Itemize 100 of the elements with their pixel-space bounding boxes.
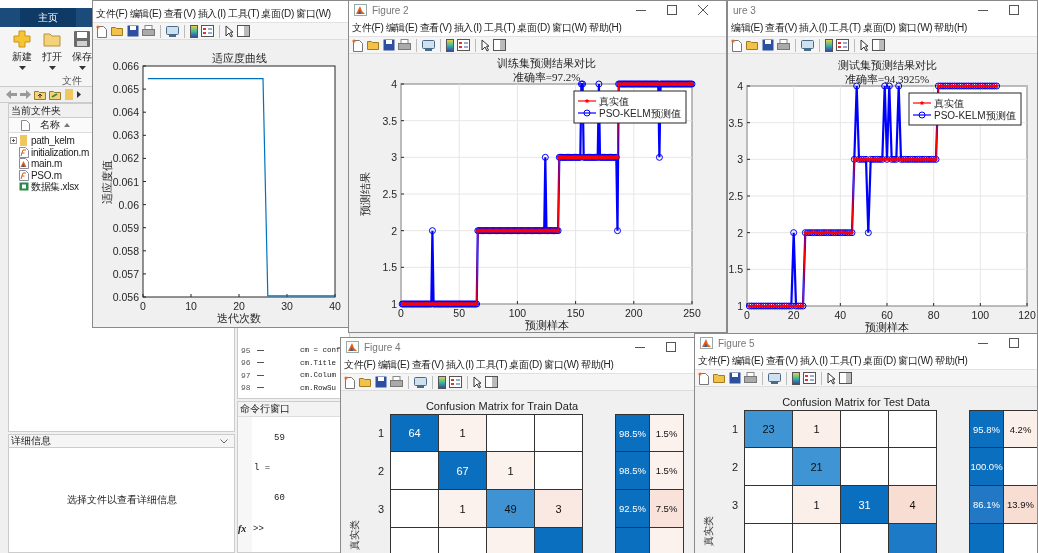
- menu-item[interactable]: 编辑(E): [731, 353, 764, 368]
- save-icon[interactable]: [375, 376, 387, 388]
- menu-item[interactable]: 窗口(W): [552, 20, 587, 35]
- new-file-icon[interactable]: [731, 38, 743, 52]
- minimize-icon[interactable]: [978, 342, 988, 344]
- legend-icon[interactable]: [449, 376, 462, 388]
- menu-item[interactable]: 桌面(D): [863, 353, 897, 368]
- menu-item[interactable]: 帮助(H): [580, 357, 614, 372]
- minimize-icon[interactable]: [636, 9, 646, 11]
- menu-item[interactable]: 文件(F): [352, 20, 384, 35]
- expand-icon[interactable]: [10, 137, 17, 145]
- menu-item[interactable]: 桌面(D): [862, 20, 896, 35]
- menu-item[interactable]: 编辑(E): [129, 6, 162, 21]
- legend-icon[interactable]: [457, 39, 470, 51]
- panel-icon[interactable]: [493, 39, 506, 51]
- menu-item[interactable]: 窗口(W): [898, 353, 933, 368]
- command-prompt[interactable]: >>: [253, 523, 264, 534]
- pointer-icon[interactable]: [481, 38, 490, 52]
- menu-item[interactable]: 插入(I): [799, 20, 828, 35]
- colorbar-icon[interactable]: [446, 38, 454, 52]
- save-icon[interactable]: [762, 39, 774, 51]
- file-name[interactable]: 数据集.xlsx: [31, 181, 79, 193]
- menu-item[interactable]: 窗口(W): [296, 6, 331, 21]
- folder-icon[interactable]: [713, 372, 726, 384]
- chevron-icon[interactable]: [220, 438, 228, 444]
- menu-item[interactable]: 工具(T): [483, 20, 516, 35]
- legend-icon[interactable]: [201, 25, 214, 37]
- menu-item[interactable]: 桌面(D): [261, 6, 295, 21]
- printer-icon[interactable]: [777, 39, 790, 51]
- legend-icon[interactable]: [836, 39, 849, 51]
- menu-item[interactable]: 查看(V): [765, 20, 798, 35]
- new-file-icon[interactable]: [96, 24, 108, 38]
- function-browser-button[interactable]: fx: [238, 523, 250, 534]
- folder-up-icon[interactable]: [34, 89, 46, 100]
- new-file-icon[interactable]: [698, 371, 710, 385]
- panel-icon[interactable]: [839, 372, 852, 384]
- colorbar-icon[interactable]: [438, 375, 446, 389]
- menu-item[interactable]: 插入(I): [445, 357, 474, 372]
- menu-item[interactable]: 工具(T): [475, 357, 508, 372]
- menu-item[interactable]: 帮助(H): [588, 20, 622, 35]
- caret-icon[interactable]: [77, 91, 81, 98]
- menu-item[interactable]: 编辑(E): [385, 20, 418, 35]
- menu-item[interactable]: 工具(T): [829, 353, 862, 368]
- save-icon[interactable]: [383, 39, 395, 51]
- colorbar-icon[interactable]: [825, 38, 833, 52]
- file-name[interactable]: main.m: [31, 158, 62, 170]
- minimize-icon[interactable]: [635, 346, 645, 348]
- colorbar-icon[interactable]: [190, 24, 198, 38]
- menu-item[interactable]: 窗口(W): [897, 20, 933, 35]
- legend-icon[interactable]: [803, 372, 816, 384]
- folder-icon[interactable]: [746, 39, 759, 51]
- breakpoint-dash-icon[interactable]: [257, 362, 264, 364]
- printer-icon[interactable]: [744, 372, 757, 384]
- pointer-icon[interactable]: [860, 38, 869, 52]
- new-file-icon[interactable]: [352, 38, 364, 52]
- breakpoint-dash-icon[interactable]: [257, 349, 264, 351]
- monitor-icon[interactable]: [801, 39, 814, 51]
- menu-item[interactable]: 查看(V): [765, 353, 798, 368]
- menu-item[interactable]: 编辑(E): [731, 20, 764, 35]
- pointer-icon[interactable]: [473, 375, 482, 389]
- menu-item[interactable]: 插入(I): [799, 353, 828, 368]
- browse-folder-icon[interactable]: [49, 89, 61, 100]
- menu-item[interactable]: 桌面(D): [517, 20, 551, 35]
- printer-icon[interactable]: [398, 39, 411, 51]
- menu-item[interactable]: 编辑(E): [377, 357, 410, 372]
- menu-item[interactable]: 工具(T): [829, 20, 861, 35]
- file-name[interactable]: path_kelm: [31, 135, 75, 147]
- folder-icon[interactable]: [111, 25, 124, 37]
- menu-item[interactable]: 工具(T): [227, 6, 260, 21]
- colorbar-icon[interactable]: [792, 371, 800, 385]
- breakpoint-dash-icon[interactable]: [257, 387, 264, 389]
- file-name[interactable]: PSO.m: [31, 169, 62, 181]
- pointer-icon[interactable]: [827, 371, 836, 385]
- menu-item[interactable]: 插入(I): [197, 6, 226, 21]
- menu-item[interactable]: 帮助(H): [934, 353, 968, 368]
- monitor-icon[interactable]: [422, 39, 435, 51]
- monitor-icon[interactable]: [414, 376, 427, 388]
- menu-item[interactable]: 查看(V): [163, 6, 196, 21]
- maximize-icon[interactable]: [1009, 338, 1019, 348]
- menu-item[interactable]: 窗口(W): [544, 357, 579, 372]
- minimize-icon[interactable]: [978, 9, 988, 11]
- menu-item[interactable]: 文件(F): [344, 357, 376, 372]
- file-name[interactable]: initialization.m: [31, 146, 89, 158]
- printer-icon[interactable]: [142, 25, 155, 37]
- new-file-icon[interactable]: [344, 375, 356, 389]
- ribbon-tab[interactable]: 主页: [20, 8, 76, 27]
- close-icon[interactable]: [698, 5, 708, 15]
- menu-item[interactable]: 插入(I): [453, 20, 482, 35]
- folder-icon[interactable]: [367, 39, 380, 51]
- folder-icon[interactable]: [359, 376, 372, 388]
- menu-item[interactable]: 帮助(H): [934, 20, 968, 35]
- maximize-icon[interactable]: [666, 342, 676, 352]
- menu-item[interactable]: 查看(V): [411, 357, 444, 372]
- toolstrip-button[interactable]: 打开: [40, 30, 64, 70]
- menu-item[interactable]: 桌面(D): [509, 357, 543, 372]
- save-icon[interactable]: [729, 372, 741, 384]
- printer-icon[interactable]: [390, 376, 403, 388]
- monitor-icon[interactable]: [768, 372, 781, 384]
- maximize-icon[interactable]: [1009, 5, 1019, 15]
- toolstrip-button[interactable]: 新建: [10, 30, 34, 70]
